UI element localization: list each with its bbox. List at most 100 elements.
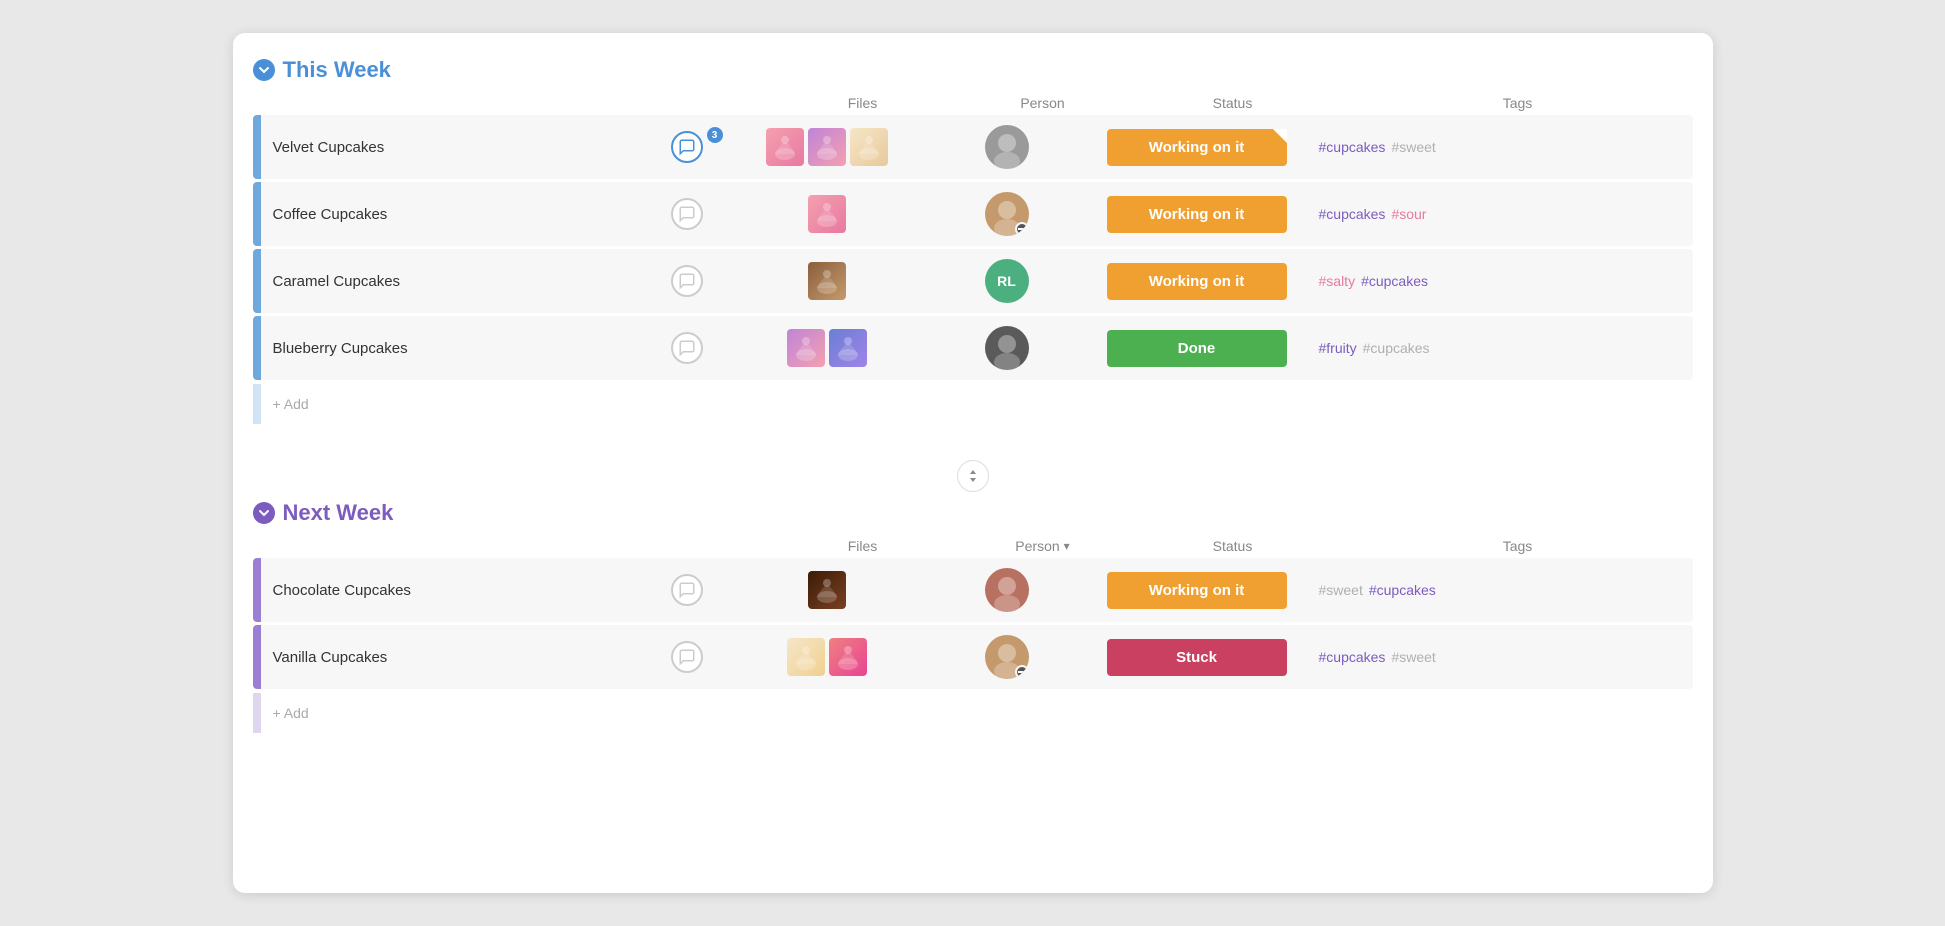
row-status[interactable]: Done	[1087, 330, 1307, 367]
avatar: RL	[985, 259, 1029, 303]
chat-bubble[interactable]	[671, 198, 703, 230]
tag[interactable]: #cupcakes	[1319, 139, 1386, 155]
row-files[interactable]	[727, 262, 927, 300]
row-name[interactable]: Coffee Cupcakes	[261, 206, 647, 223]
main-container: This Week Files Person Status Tags Velve…	[233, 33, 1713, 893]
table-row: Caramel Cupcakes RL Working on it #salty #c…	[253, 249, 1693, 313]
col-status-header: Status	[1123, 538, 1343, 554]
file-thumbnail	[829, 638, 867, 676]
avatar	[985, 326, 1029, 370]
chat-bubble[interactable]	[671, 641, 703, 673]
table-header: Files Person Status Tags	[253, 91, 1693, 115]
file-thumbnail	[829, 329, 867, 367]
status-badge[interactable]: Working on it	[1107, 572, 1287, 609]
row-status[interactable]: Working on it	[1087, 129, 1307, 166]
resize-handle[interactable]	[957, 460, 989, 492]
row-status[interactable]: Working on it	[1087, 196, 1307, 233]
row-person[interactable]	[927, 192, 1087, 236]
col-tags-header: Tags	[1343, 538, 1693, 554]
section-divider	[253, 440, 1693, 500]
tag[interactable]: #sweet	[1391, 139, 1435, 155]
row-person[interactable]	[927, 635, 1087, 679]
tag[interactable]: #sour	[1391, 206, 1426, 222]
row-person[interactable]	[927, 326, 1087, 370]
tag[interactable]: #sweet	[1391, 649, 1435, 665]
status-badge[interactable]: Working on it	[1107, 129, 1287, 166]
tag[interactable]: #cupcakes	[1319, 649, 1386, 665]
tag[interactable]: #cupcakes	[1361, 273, 1428, 289]
status-badge[interactable]: Done	[1107, 330, 1287, 367]
avatar-minus-icon	[1015, 665, 1029, 679]
row-files[interactable]	[727, 128, 927, 166]
row-name[interactable]: Vanilla Cupcakes	[261, 649, 647, 666]
table-row: Chocolate Cupcakes Working on it #sweet #c…	[253, 558, 1693, 622]
col-person-header: Person ▾	[963, 538, 1123, 554]
row-indicator	[253, 316, 261, 380]
row-files[interactable]	[727, 638, 927, 676]
row-status[interactable]: Stuck	[1087, 639, 1307, 676]
add-label[interactable]: + Add	[261, 396, 1693, 412]
row-chat-icon[interactable]	[647, 641, 727, 673]
row-chat-icon[interactable]	[647, 332, 727, 364]
file-thumbnail	[808, 262, 846, 300]
row-status[interactable]: Working on it	[1087, 572, 1307, 609]
chat-bubble[interactable]	[671, 265, 703, 297]
chat-count-badge: 3	[707, 127, 723, 143]
file-thumbnail	[787, 329, 825, 367]
row-name[interactable]: Chocolate Cupcakes	[261, 582, 647, 599]
add-row[interactable]: + Add	[253, 384, 1693, 424]
col-chat-header	[683, 538, 763, 554]
status-badge[interactable]: Working on it	[1107, 263, 1287, 300]
add-row[interactable]: + Add	[253, 693, 1693, 733]
row-files[interactable]	[727, 329, 927, 367]
status-badge[interactable]: Working on it	[1107, 196, 1287, 233]
row-chat-icon[interactable]	[647, 198, 727, 230]
row-name[interactable]: Caramel Cupcakes	[261, 273, 647, 290]
section-header-next-week: Next Week	[253, 500, 1693, 526]
status-badge[interactable]: Stuck	[1107, 639, 1287, 676]
row-tags: #cupcakes #sour	[1307, 206, 1693, 222]
section-header-this-week: This Week	[253, 57, 1693, 83]
row-person[interactable]: RL	[927, 259, 1087, 303]
section-toggle-next-week[interactable]	[253, 502, 275, 524]
col-chat-header	[683, 95, 763, 111]
row-files[interactable]	[727, 571, 927, 609]
row-indicator	[253, 115, 261, 179]
row-person[interactable]	[927, 568, 1087, 612]
table-row: Coffee Cupcakes Working on it #cupcakes #s…	[253, 182, 1693, 246]
tag[interactable]: #cupcakes	[1319, 206, 1386, 222]
chat-bubble[interactable]	[671, 574, 703, 606]
tag[interactable]: #sweet	[1319, 582, 1363, 598]
file-thumbnail	[808, 195, 846, 233]
tag[interactable]: #cupcakes	[1363, 340, 1430, 356]
add-label[interactable]: + Add	[261, 705, 1693, 721]
avatar	[985, 125, 1029, 169]
row-chat-icon[interactable]	[647, 265, 727, 297]
row-tags: #cupcakes #sweet	[1307, 649, 1693, 665]
col-name-header	[333, 538, 683, 554]
row-name[interactable]: Velvet Cupcakes	[261, 139, 647, 156]
chat-bubble[interactable]	[671, 131, 703, 163]
row-chat-icon[interactable]	[647, 574, 727, 606]
table-row: Vanilla Cupcakes Stuck #cupcakes #sweet	[253, 625, 1693, 689]
row-status[interactable]: Working on it	[1087, 263, 1307, 300]
row-chat-icon[interactable]: 3	[647, 131, 727, 163]
person-sort-icon[interactable]: ▾	[1064, 539, 1070, 553]
row-tags: #cupcakes #sweet	[1307, 139, 1693, 155]
section-next-week: Next Week Files Person ▾ Status Tags Cho…	[253, 500, 1693, 733]
file-thumbnail	[808, 571, 846, 609]
avatar	[985, 568, 1029, 612]
row-person[interactable]	[927, 125, 1087, 169]
row-files[interactable]	[727, 195, 927, 233]
row-indicator	[253, 182, 261, 246]
row-name[interactable]: Blueberry Cupcakes	[261, 340, 647, 357]
chat-bubble[interactable]	[671, 332, 703, 364]
tag[interactable]: #fruity	[1319, 340, 1357, 356]
tag[interactable]: #cupcakes	[1369, 582, 1436, 598]
section-toggle-this-week[interactable]	[253, 59, 275, 81]
col-files-header: Files	[763, 95, 963, 111]
section-title-this-week: This Week	[283, 57, 391, 83]
avatar	[985, 192, 1029, 236]
file-thumbnail	[808, 128, 846, 166]
tag[interactable]: #salty	[1319, 273, 1356, 289]
